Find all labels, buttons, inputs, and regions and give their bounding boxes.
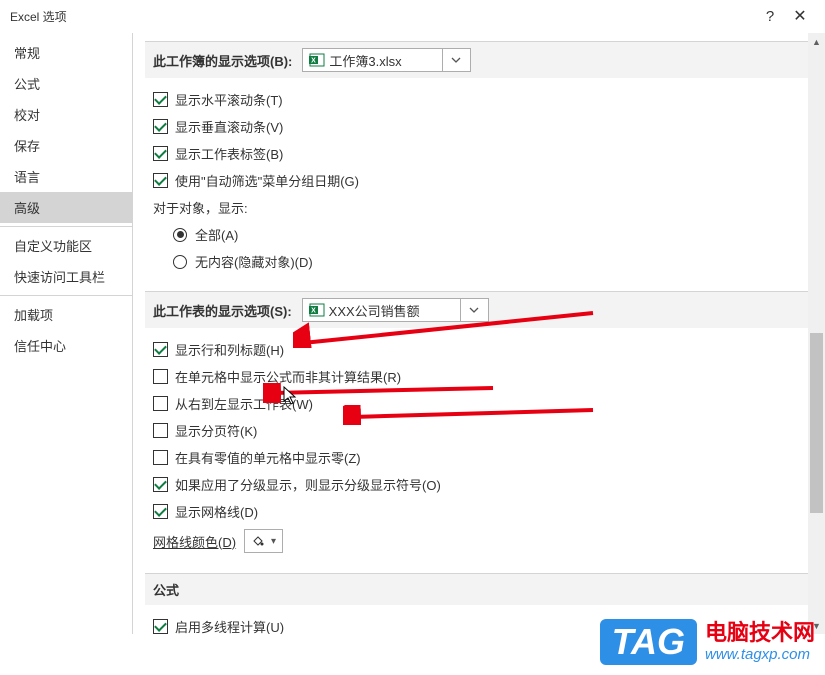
section-workbook-header: 此工作簿的显示选项(B): (153, 51, 292, 70)
section-sheet-header: 此工作表的显示选项(S): (153, 301, 292, 320)
chevron-down-icon (442, 49, 470, 71)
titlebar: Excel 选项 ? ✕ (0, 0, 825, 32)
bucket-icon (251, 534, 265, 548)
sidebar-item-addins[interactable]: 加载项 (0, 299, 132, 330)
radio-icon (173, 255, 187, 269)
checkbox-show-zero[interactable]: 在具有零值的单元格中显示零(Z) (153, 444, 813, 471)
watermark-text: 电脑技术网 (705, 621, 815, 645)
sidebar-item-advanced[interactable]: 高级 (0, 192, 132, 223)
workbook-select-value: 工作簿3.xlsx (329, 51, 441, 70)
sidebar-item-save[interactable]: 保存 (0, 130, 132, 161)
checkbox-label: 在具有零值的单元格中显示零(Z) (175, 448, 361, 467)
radio-hide-objects[interactable]: 无内容(隐藏对象)(D) (173, 248, 813, 275)
sidebar-item-qat[interactable]: 快速访问工具栏 (0, 261, 132, 292)
watermark: TAG 电脑技术网 www.tagxp.com (600, 619, 815, 665)
checkbox-label: 显示垂直滚动条(V) (175, 117, 283, 136)
checkbox-icon (153, 423, 168, 438)
checkbox-label: 使用"自动筛选"菜单分组日期(G) (175, 171, 359, 190)
sidebar-item-formulas[interactable]: 公式 (0, 68, 132, 99)
window-title: Excel 选项 (10, 8, 755, 25)
sidebar-item-language[interactable]: 语言 (0, 161, 132, 192)
excel-icon: X (309, 52, 325, 68)
svg-text:X: X (312, 58, 317, 65)
checkbox-icon (153, 450, 168, 465)
radio-label: 无内容(隐藏对象)(D) (195, 252, 313, 271)
checkbox-icon (153, 173, 168, 188)
checkbox-label: 启用多线程计算(U) (175, 617, 284, 634)
checkbox-label: 显示水平滚动条(T) (175, 90, 283, 109)
gridline-color-row: 网格线颜色(D) ▾ (153, 525, 813, 557)
checkbox-label: 显示网格线(D) (175, 502, 258, 521)
sidebar-separator (0, 295, 132, 296)
radio-all-objects[interactable]: 全部(A) (173, 221, 813, 248)
vertical-scrollbar[interactable]: ▲ ▼ (808, 33, 825, 634)
watermark-tag: TAG (600, 619, 697, 665)
checkbox-label: 显示分页符(K) (175, 421, 257, 440)
checkbox-icon (153, 396, 168, 411)
section-workbook-display: 此工作簿的显示选项(B): X 工作簿3.xlsx 显示水平滚动条(T) (145, 41, 813, 283)
checkbox-gridlines[interactable]: 显示网格线(D) (153, 498, 813, 525)
svg-text:X: X (311, 308, 316, 315)
content-panel: 此工作簿的显示选项(B): X 工作簿3.xlsx 显示水平滚动条(T) (133, 33, 825, 634)
checkbox-outline-symbols[interactable]: 如果应用了分级显示，则显示分级显示符号(O) (153, 471, 813, 498)
sidebar: 常规 公式 校对 保存 语言 高级 自定义功能区 快速访问工具栏 加载项 信任中… (0, 33, 133, 634)
sidebar-item-trust[interactable]: 信任中心 (0, 330, 132, 361)
checkbox-label: 在单元格中显示公式而非其计算结果(R) (175, 367, 401, 386)
checkbox-group-dates[interactable]: 使用"自动筛选"菜单分组日期(G) (153, 167, 813, 194)
checkbox-icon (153, 92, 168, 107)
checkbox-icon (153, 477, 168, 492)
checkbox-icon (153, 146, 168, 161)
checkbox-icon (153, 619, 168, 634)
workbook-select[interactable]: X 工作簿3.xlsx (302, 48, 470, 72)
scroll-up-icon[interactable]: ▲ (808, 33, 825, 50)
checkbox-icon (153, 504, 168, 519)
sheet-select[interactable]: X XXX公司销售额 (302, 298, 489, 322)
sidebar-separator (0, 226, 132, 227)
checkbox-label: 如果应用了分级显示，则显示分级显示符号(O) (175, 475, 441, 494)
gridline-color-button[interactable]: ▾ (244, 529, 283, 553)
checkbox-show-formulas[interactable]: 在单元格中显示公式而非其计算结果(R) (153, 363, 813, 390)
sidebar-item-proofing[interactable]: 校对 (0, 99, 132, 130)
sidebar-item-customize-ribbon[interactable]: 自定义功能区 (0, 230, 132, 261)
checkbox-label: 显示行和列标题(H) (175, 340, 284, 359)
scroll-thumb[interactable] (810, 333, 823, 513)
checkbox-vscroll[interactable]: 显示垂直滚动条(V) (153, 113, 813, 140)
radio-icon (173, 228, 187, 242)
checkbox-page-breaks[interactable]: 显示分页符(K) (153, 417, 813, 444)
cursor-icon (283, 386, 297, 406)
radio-label: 全部(A) (195, 225, 238, 244)
section-formula-header: 公式 (153, 580, 179, 599)
sheet-icon: X (309, 302, 325, 318)
gridline-color-label: 网格线颜色(D) (153, 532, 236, 551)
section-sheet-display: 此工作表的显示选项(S): X XXX公司销售额 显示行和列标题(H) (145, 291, 813, 565)
checkbox-rtl[interactable]: 从右到左显示工作表(W) (153, 390, 813, 417)
chevron-down-icon: ▾ (271, 536, 276, 547)
sheet-select-value: XXX公司销售额 (329, 301, 460, 320)
checkbox-rowcol-headers[interactable]: 显示行和列标题(H) (153, 336, 813, 363)
watermark-url: www.tagxp.com (705, 646, 815, 663)
checkbox-label: 显示工作表标签(B) (175, 144, 283, 163)
help-button[interactable]: ? (755, 8, 785, 25)
checkbox-icon (153, 119, 168, 134)
objects-display-label: 对于对象，显示: (153, 194, 813, 221)
chevron-down-icon (460, 299, 488, 321)
close-button[interactable]: ✕ (785, 6, 815, 26)
checkbox-icon (153, 342, 168, 357)
checkbox-icon (153, 369, 168, 384)
sidebar-item-general[interactable]: 常规 (0, 37, 132, 68)
checkbox-hscroll[interactable]: 显示水平滚动条(T) (153, 86, 813, 113)
checkbox-sheet-tabs[interactable]: 显示工作表标签(B) (153, 140, 813, 167)
